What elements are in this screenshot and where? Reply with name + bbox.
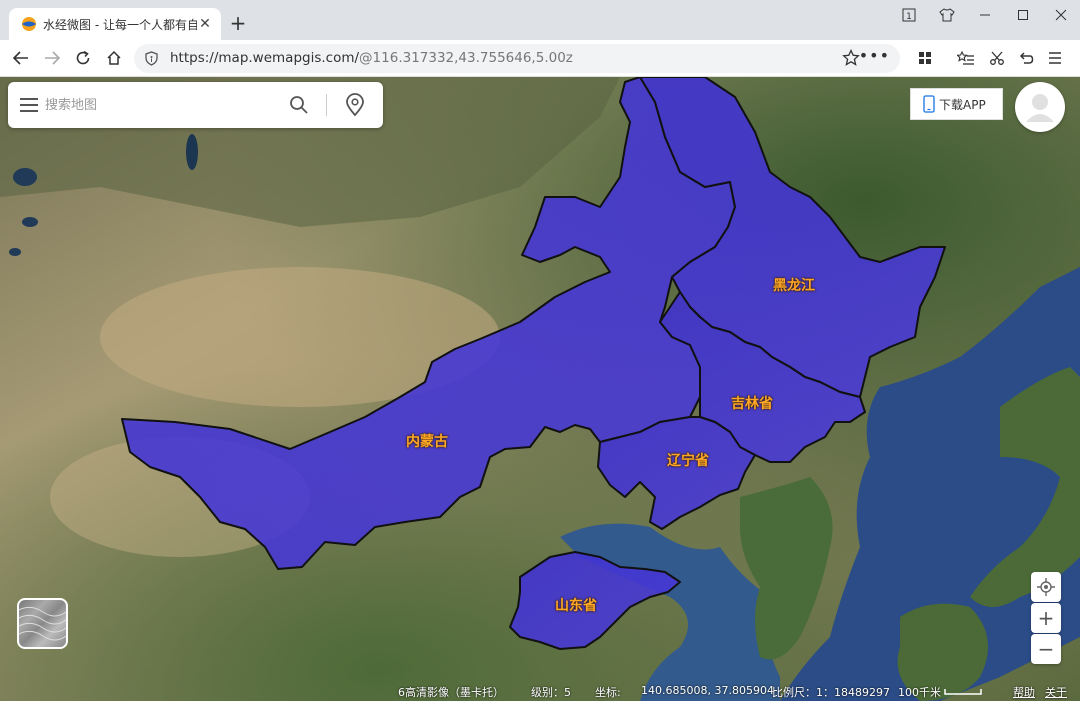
province-label-shandong: 山东省 (555, 598, 597, 614)
url-text: https://map.wemapgis.com/@116.317332,43.… (170, 50, 573, 66)
user-icon (1026, 94, 1054, 122)
layer-switch-thumbnail[interactable] (17, 598, 68, 649)
coord-value: 140.685008, 37.805904 (641, 684, 774, 697)
location-pin-icon[interactable] (344, 93, 366, 117)
scale-bar (944, 689, 982, 695)
site-info-icon[interactable] (144, 51, 159, 66)
imagery-source: 6高清影像（墨卡托） (398, 686, 504, 699)
more-dots-icon[interactable]: ••• (859, 46, 890, 65)
user-avatar[interactable] (1015, 82, 1065, 132)
tab-title: 水经微图 - 让每一个人都有自 (43, 17, 197, 32)
province-label-jilin: 吉林省 (731, 396, 773, 412)
home-icon[interactable] (102, 47, 126, 69)
browser-tab[interactable]: 水经微图 - 让每一个人都有自 ✕ (9, 8, 221, 40)
scale-bar-label: 100千米 (898, 686, 941, 699)
satellite-basemap (0, 77, 1080, 701)
map-status-bar: 6高清影像（墨卡托） 级别：5 坐标: 140.685008, 37.80590… (0, 680, 1080, 701)
tab-strip: 水经微图 - 让每一个人都有自 ✕ + 1 (0, 0, 1080, 40)
crosshair-icon (1037, 578, 1055, 596)
scissors-icon[interactable] (985, 47, 1009, 69)
map-canvas[interactable]: 黑龙江 吉林省 辽宁省 内蒙古 山东省 下载APP + − 6高清影像（墨卡托） (0, 77, 1080, 701)
coord-label: 坐标: (595, 686, 621, 699)
menu-hamburger-icon[interactable] (1043, 47, 1067, 69)
download-app-button[interactable]: 下载APP (910, 88, 1003, 120)
minimize-icon[interactable] (966, 0, 1004, 30)
scale-ratio: 比例尺：1：18489297 (772, 686, 890, 699)
reload-icon[interactable] (71, 47, 95, 69)
phone-icon (923, 95, 935, 113)
menu-icon[interactable] (20, 98, 38, 112)
address-bar[interactable]: https://map.wemapgis.com/@116.317332,43.… (134, 44, 900, 73)
new-tab-button[interactable]: + (228, 13, 248, 33)
province-label-liaoning: 辽宁省 (667, 453, 709, 469)
zoom-out-button[interactable]: − (1031, 634, 1061, 664)
terrain-thumbnail-icon (19, 606, 66, 641)
tab-close-icon[interactable]: ✕ (197, 16, 213, 32)
download-app-label: 下载APP (939, 97, 986, 112)
search-input[interactable] (45, 94, 275, 116)
browser-toolbar: https://map.wemapgis.com/@116.317332,43.… (0, 40, 1080, 77)
close-window-icon[interactable] (1042, 0, 1080, 30)
help-link[interactable]: 帮助 (1013, 684, 1035, 700)
site-logo-icon (22, 17, 36, 31)
zoom-in-button[interactable]: + (1031, 603, 1061, 633)
province-label-heilongjiang: 黑龙江 (773, 278, 815, 294)
tab-search-icon[interactable]: 1 (890, 0, 928, 30)
locate-me-button[interactable] (1031, 572, 1061, 602)
about-link[interactable]: 关于 (1045, 684, 1067, 700)
divider (326, 94, 327, 116)
undo-icon[interactable] (1014, 47, 1038, 69)
maximize-icon[interactable] (1004, 0, 1042, 30)
shirt-icon[interactable] (928, 0, 966, 30)
favorites-list-icon[interactable] (954, 47, 978, 69)
province-label-neimenggu: 内蒙古 (406, 434, 448, 450)
extensions-grid-icon[interactable] (913, 47, 937, 69)
forward-arrow-icon[interactable] (40, 47, 64, 69)
bookmark-star-icon[interactable] (842, 49, 860, 67)
map-search-box (8, 82, 383, 128)
svg-text:1: 1 (906, 12, 912, 22)
back-arrow-icon[interactable] (9, 47, 33, 69)
search-icon[interactable] (289, 95, 309, 115)
zoom-level: 级别：5 (531, 686, 571, 699)
